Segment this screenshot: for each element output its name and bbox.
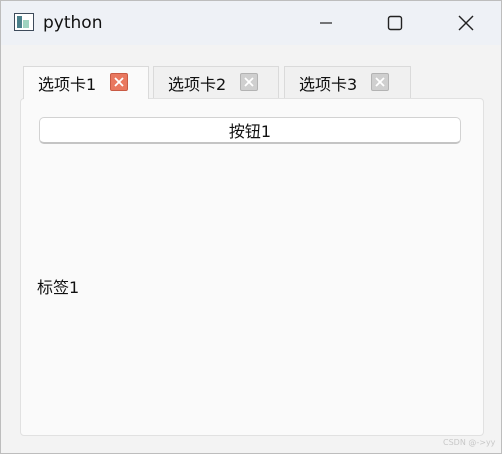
close-button[interactable] (443, 1, 489, 45)
tab-close-button[interactable] (240, 73, 258, 91)
tab-label: 选项卡1 (38, 75, 97, 94)
tab-3[interactable]: 选项卡3 (284, 66, 411, 98)
tab-1[interactable]: 选项卡1 (23, 66, 149, 99)
tab-close-icon (244, 77, 254, 87)
maximize-button[interactable] (372, 1, 418, 45)
tab-content-panel (20, 98, 484, 436)
button-1[interactable]: 按钮1 (39, 117, 461, 144)
label-1: 标签1 (37, 278, 80, 297)
close-icon (458, 15, 474, 31)
tab-close-icon (375, 77, 385, 87)
minimize-button[interactable] (303, 1, 349, 45)
app-window: python 选项卡1 选项卡2 选项卡3 按钮1 标签1 CSDN @->yy (0, 0, 502, 454)
window-title: python (43, 13, 103, 33)
tab-close-button[interactable] (110, 73, 128, 91)
tab-close-button[interactable] (371, 73, 389, 91)
tab-2[interactable]: 选项卡2 (153, 66, 279, 98)
tab-label: 选项卡3 (299, 74, 358, 94)
title-bar[interactable]: python (1, 1, 501, 45)
tab-close-icon (114, 77, 124, 87)
app-icon (14, 13, 34, 31)
maximize-icon (387, 15, 403, 31)
watermark: CSDN @->yy (443, 438, 496, 447)
minimize-icon (320, 22, 332, 24)
tab-label: 选项卡2 (168, 74, 227, 94)
